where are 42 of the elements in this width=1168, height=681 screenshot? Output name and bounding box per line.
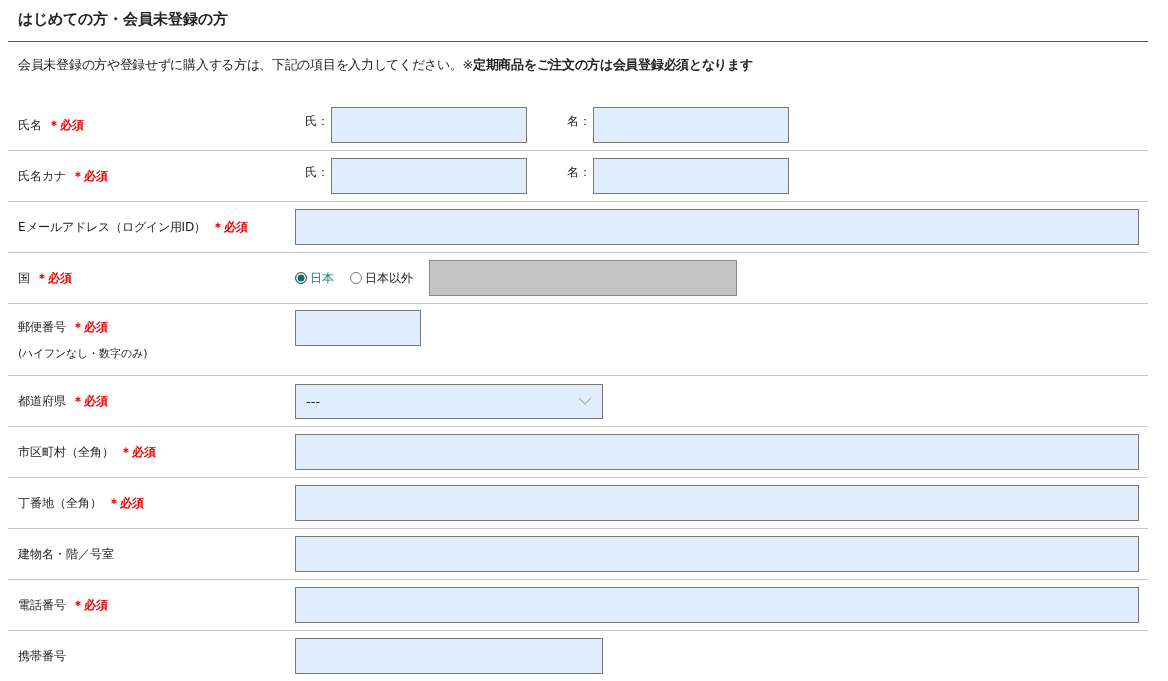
input-field[interactable] [295, 485, 1139, 521]
required-mark: ＊必須 [120, 444, 156, 460]
field-label: 電話番号 [18, 596, 66, 614]
field-label: 携帯番号 [18, 647, 66, 665]
field-label: 国 [18, 269, 30, 287]
field-label: 丁番地（全角） [18, 494, 102, 512]
field-label: 氏名 [18, 116, 42, 134]
radio-option[interactable]: 日本 [295, 269, 334, 287]
field-label: 市区町村（全角） [18, 443, 114, 461]
required-mark: ＊必須 [72, 320, 108, 335]
input-field[interactable] [295, 434, 1139, 470]
field-label: 郵便番号 [18, 319, 66, 336]
field-label: 氏名カナ [18, 167, 66, 185]
field-label: Eメールアドレス（ログイン用ID） [18, 218, 207, 236]
input-field[interactable] [593, 158, 789, 194]
required-mark: ＊必須 [36, 270, 72, 286]
input-field[interactable] [295, 587, 1139, 623]
field-note: (ハイフンなし・数字のみ) [18, 346, 149, 361]
field-prefix: 名： [567, 113, 591, 130]
field-label: 都道府県 [18, 392, 66, 410]
section-heading: はじめての方・会員未登録の方 [8, 0, 1148, 42]
input-field[interactable] [295, 638, 603, 674]
input-field[interactable] [295, 310, 421, 346]
required-mark: ＊必須 [72, 393, 108, 409]
input-field[interactable] [331, 158, 527, 194]
required-mark: ＊必須 [72, 168, 108, 184]
required-mark: ＊必須 [72, 597, 108, 613]
intro-text: 会員未登録の方や登録せずに購入する方は、下記の項目を入力してください。※定期商品をご注文の方は会員登録必須となります [18, 56, 754, 74]
input-field[interactable] [593, 107, 789, 143]
required-mark: ＊必須 [212, 219, 249, 235]
field-prefix: 氏： [305, 113, 329, 130]
chevron-down-icon [578, 397, 592, 405]
input-field[interactable] [295, 209, 1139, 245]
select-field[interactable]: --- [295, 383, 603, 419]
input-field[interactable] [295, 536, 1139, 572]
input-field[interactable] [331, 107, 527, 143]
field-prefix: 氏： [305, 164, 329, 181]
required-mark: ＊必須 [48, 117, 84, 133]
radio-option[interactable]: 日本以外 [350, 269, 413, 287]
field-label: 建物名・階／号室 [18, 545, 114, 563]
required-mark: ＊必須 [108, 495, 144, 511]
field-prefix: 名： [567, 164, 591, 181]
